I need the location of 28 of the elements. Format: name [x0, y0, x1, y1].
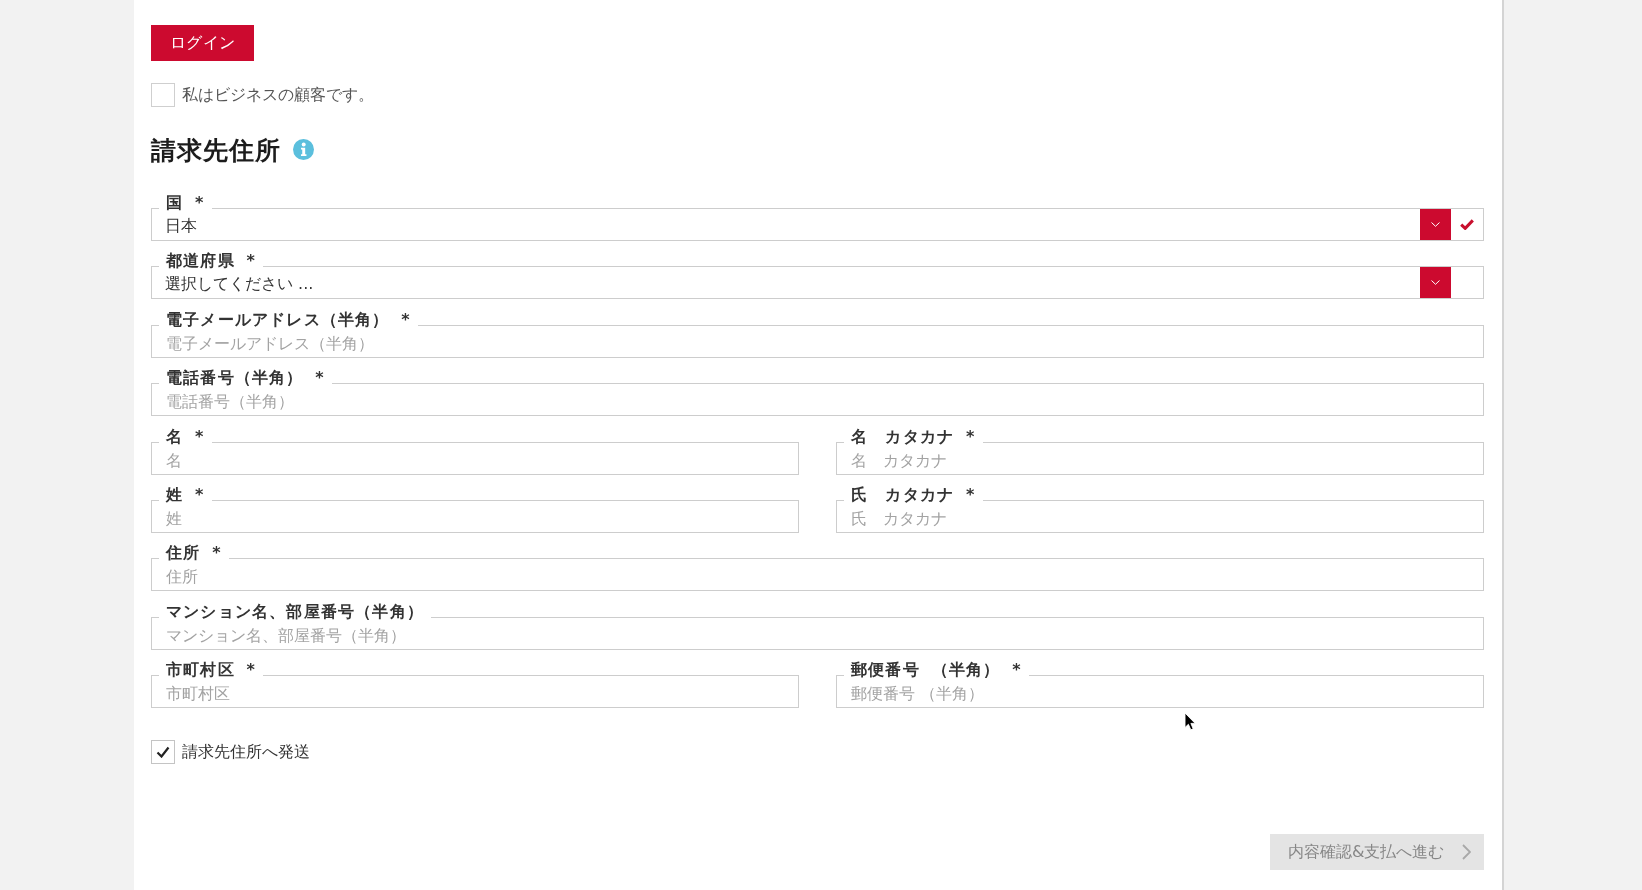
info-icon[interactable] [293, 138, 314, 160]
field-label: マンション名、部屋番号（半角） [159, 601, 431, 621]
login-button[interactable]: ログイン [151, 25, 254, 61]
checkbox[interactable] [151, 740, 175, 765]
chevron-right-icon [1462, 844, 1471, 861]
chevron-down-icon [1431, 280, 1440, 286]
select-value: 選択してください ... [164, 272, 315, 295]
select-value: 日本 [164, 214, 198, 237]
chevron-down-icon [1431, 222, 1440, 227]
checkmark-icon [1460, 219, 1474, 230]
checkmark-icon [156, 746, 170, 759]
checkbox-label: 私はビジネスの顧客です。 [182, 85, 374, 105]
field-label: 市町村区 * [159, 660, 264, 680]
dropdown-button[interactable] [1420, 267, 1451, 299]
mouse-pointer-icon [1184, 712, 1196, 731]
field-label: 名 カタカナ * [844, 426, 983, 446]
field-label: 郵便番号 （半角） * [844, 660, 1029, 680]
checkbox-label: 請求先住所へ発送 [182, 742, 310, 763]
field-label: 住所 * [159, 543, 229, 563]
section-heading: 請求先住所 [151, 136, 281, 166]
field-label: 都道府県 * [159, 251, 264, 271]
field-label: 国 * [159, 193, 212, 212]
field-label: 名 * [159, 426, 212, 446]
field-label: 姓 * [159, 484, 212, 504]
checkbox[interactable] [151, 83, 175, 107]
field-label: 電子メールアドレス（半角） * [159, 309, 418, 329]
field-label: 電話番号（半角） * [159, 368, 332, 388]
field-label: 氏 カタカナ * [844, 484, 983, 504]
